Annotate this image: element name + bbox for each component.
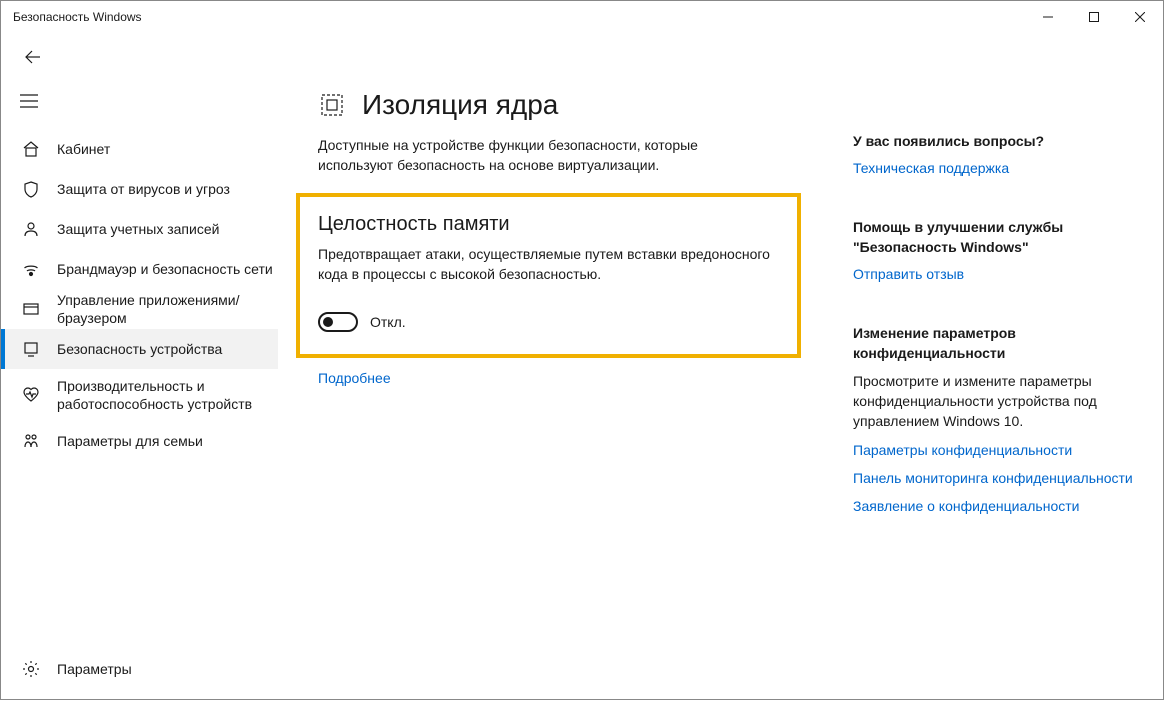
- person-icon: [21, 219, 41, 239]
- privacy-section: Изменение параметров конфиденциальности …: [853, 323, 1143, 515]
- questions-title: У вас появились вопросы?: [853, 131, 1143, 151]
- page-description: Доступные на устройстве функции безопасн…: [318, 135, 758, 175]
- minimize-button[interactable]: [1025, 1, 1071, 33]
- sidebar-item-account[interactable]: Защита учетных записей: [1, 209, 278, 249]
- sidebar-item-label: Безопасность устройства: [57, 340, 222, 358]
- titlebar: Безопасность Windows: [1, 1, 1163, 33]
- privacy-settings-link[interactable]: Параметры конфиденциальности: [853, 441, 1143, 459]
- main-content: Изоляция ядра Доступные на устройстве фу…: [318, 81, 793, 701]
- close-button[interactable]: [1117, 1, 1163, 33]
- sidebar-item-label: Защита от вирусов и угроз: [57, 180, 230, 198]
- device-icon: [21, 339, 41, 359]
- privacy-dashboard-link[interactable]: Панель мониторинга конфиденциальности: [853, 469, 1143, 487]
- sidebar-item-firewall[interactable]: Брандмауэр и безопасность сети: [1, 249, 278, 289]
- topbar: [1, 33, 1163, 81]
- network-icon: [21, 259, 41, 279]
- window-controls: [1025, 1, 1163, 33]
- home-icon: [21, 139, 41, 159]
- sidebar-item-settings[interactable]: Параметры: [1, 649, 278, 689]
- sidebar-item-label: Параметры: [57, 660, 132, 678]
- improve-title: Помощь в улучшении службы "Безопасность …: [853, 217, 1143, 257]
- sidebar-item-label: Производительность и работоспособность у…: [57, 377, 278, 413]
- questions-section: У вас появились вопросы? Техническая под…: [853, 131, 1143, 177]
- sidebar: Кабинет Защита от вирусов и угроз Защита…: [1, 81, 278, 701]
- sidebar-item-label: Управление приложениями/браузером: [57, 291, 278, 327]
- memory-integrity-toggle[interactable]: [318, 312, 358, 332]
- sidebar-item-home[interactable]: Кабинет: [1, 129, 278, 169]
- right-panel: У вас появились вопросы? Техническая под…: [853, 81, 1143, 701]
- shield-icon: [21, 179, 41, 199]
- sidebar-item-family[interactable]: Параметры для семьи: [1, 421, 278, 461]
- heart-icon: [21, 385, 41, 405]
- privacy-statement-link[interactable]: Заявление о конфиденциальности: [853, 497, 1143, 515]
- maximize-button[interactable]: [1071, 1, 1117, 33]
- nav-list: Кабинет Защита от вирусов и угроз Защита…: [1, 129, 278, 649]
- improve-section: Помощь в улучшении службы "Безопасность …: [853, 217, 1143, 283]
- privacy-title: Изменение параметров конфиденциальности: [853, 323, 1143, 363]
- sidebar-item-label: Защита учетных записей: [57, 220, 219, 238]
- window-title: Безопасность Windows: [13, 10, 1025, 24]
- section-description: Предотвращает атаки, осуществляемые путе…: [318, 244, 779, 284]
- feedback-link[interactable]: Отправить отзыв: [853, 265, 1143, 283]
- sidebar-item-performance[interactable]: Производительность и работоспособность у…: [1, 369, 278, 421]
- sidebar-item-label: Параметры для семьи: [57, 432, 203, 450]
- sidebar-item-label: Брандмауэр и безопасность сети: [57, 260, 273, 278]
- section-title: Целостность памяти: [318, 213, 779, 236]
- family-icon: [21, 431, 41, 451]
- highlight-box: Целостность памяти Предотвращает атаки, …: [296, 193, 801, 358]
- privacy-description: Просмотрите и измените параметры конфиде…: [853, 371, 1143, 431]
- back-button[interactable]: [17, 41, 49, 73]
- app-icon: [21, 299, 41, 319]
- learn-more-link[interactable]: Подробнее: [318, 370, 391, 386]
- sidebar-item-appcontrol[interactable]: Управление приложениями/браузером: [1, 289, 278, 329]
- sidebar-item-device[interactable]: Безопасность устройства: [1, 329, 278, 369]
- sidebar-item-virus[interactable]: Защита от вирусов и угроз: [1, 169, 278, 209]
- page-title: Изоляция ядра: [362, 89, 558, 121]
- toggle-state-label: Откл.: [370, 314, 406, 330]
- support-link[interactable]: Техническая поддержка: [853, 159, 1143, 177]
- sidebar-item-label: Кабинет: [57, 140, 110, 158]
- hamburger-button[interactable]: [5, 81, 53, 121]
- chip-icon: [318, 91, 346, 119]
- gear-icon: [21, 659, 41, 679]
